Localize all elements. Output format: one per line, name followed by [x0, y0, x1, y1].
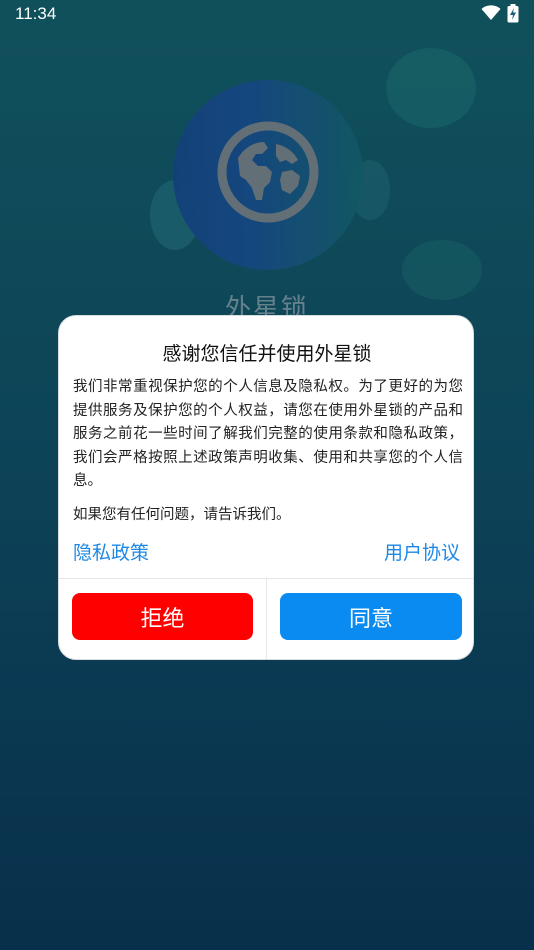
privacy-dialog: 感谢您信任并使用外星锁 我们非常重视保护您的个人信息及隐私权。为了更好的为您提供… [58, 315, 474, 660]
battery-charging-icon [507, 4, 519, 23]
app-screen: 外星锁 11:34 感谢您信任并使用外星锁 我们非常重视保护您的个人信息及隐私权… [0, 0, 534, 950]
reject-button[interactable]: 拒绝 [72, 593, 253, 640]
status-bar: 11:34 [0, 0, 534, 28]
status-time: 11:34 [15, 4, 57, 23]
wifi-icon [481, 5, 501, 20]
divider [266, 579, 267, 659]
user-agreement-link[interactable]: 用户协议 [384, 538, 460, 565]
privacy-policy-link[interactable]: 隐私政策 [73, 538, 149, 565]
agree-button[interactable]: 同意 [280, 593, 462, 640]
dialog-body-text: 我们非常重视保护您的个人信息及隐私权。为了更好的为您提供服务及保护您的个人权益，… [73, 379, 463, 489]
dialog-note-text: 如果您有任何问题，请告诉我们。 [73, 507, 291, 523]
dialog-title: 感谢您信任并使用外星锁 [162, 343, 372, 365]
